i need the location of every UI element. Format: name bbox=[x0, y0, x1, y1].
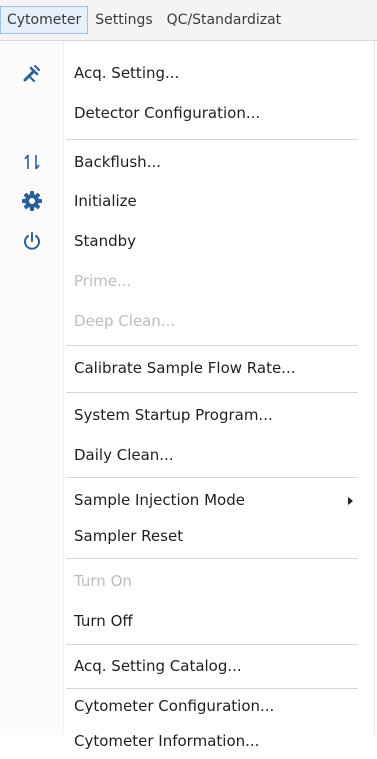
menu-item-label: Calibrate Sample Flow Rate... bbox=[74, 359, 296, 377]
menu-item-acq-setting[interactable]: Acq. Setting... bbox=[0, 55, 375, 91]
menu-item-detector-configuration[interactable]: Detector Configuration... bbox=[0, 95, 375, 131]
power-icon bbox=[20, 229, 44, 253]
menu-item-label: Prime... bbox=[74, 272, 132, 290]
menu-separator bbox=[66, 392, 358, 393]
menu-item-label: Sampler Reset bbox=[74, 527, 184, 545]
menu-item-sample-injection-mode[interactable]: Sample Injection Mode bbox=[0, 482, 375, 518]
menu-item-sampler-reset[interactable]: Sampler Reset bbox=[0, 518, 375, 554]
menu-cytometer[interactable]: Cytometer bbox=[0, 6, 89, 34]
backflush-icon bbox=[20, 150, 44, 174]
menu-item-label: Cytometer Configuration... bbox=[74, 697, 275, 715]
menu-separator bbox=[66, 139, 358, 140]
menu-item-calibrate-sample-flow-rate[interactable]: Calibrate Sample Flow Rate... bbox=[0, 350, 375, 386]
menu-item-turn-on: Turn On bbox=[0, 563, 375, 599]
wrench-icon bbox=[20, 61, 44, 85]
menu-item-label: Sample Injection Mode bbox=[74, 491, 245, 509]
menu-item-deep-clean: Deep Clean... bbox=[0, 303, 375, 339]
menu-item-label: Backflush... bbox=[74, 153, 161, 171]
menu-item-initialize[interactable]: Initialize bbox=[0, 183, 375, 219]
menu-item-standby[interactable]: Standby bbox=[0, 223, 375, 259]
menu-item-label: Turn Off bbox=[74, 612, 133, 630]
menu-separator bbox=[66, 644, 358, 645]
menu-item-label: Turn On bbox=[74, 572, 132, 590]
gear-icon bbox=[20, 189, 44, 213]
menu-item-label: Standby bbox=[74, 232, 137, 250]
menu-item-acq-setting-catalog[interactable]: Acq. Setting Catalog... bbox=[0, 648, 375, 684]
menu-settings[interactable]: Settings bbox=[88, 6, 159, 34]
menu-item-backflush[interactable]: Backflush... bbox=[0, 144, 375, 180]
menu-item-cytometer-configuration[interactable]: Cytometer Configuration... bbox=[0, 688, 375, 724]
menu-item-label: Deep Clean... bbox=[74, 312, 176, 330]
submenu-arrow-icon bbox=[348, 497, 353, 505]
menu-item-prime: Prime... bbox=[0, 263, 375, 299]
menu-item-label: Cytometer Information... bbox=[74, 732, 260, 750]
menu-item-label: Initialize bbox=[74, 192, 137, 210]
cytometer-dropdown-menu: Acq. Setting... Detector Configuration..… bbox=[0, 41, 375, 750]
menu-qc-standardization[interactable]: QC/Standardizat bbox=[160, 6, 289, 34]
menu-item-system-startup-program[interactable]: System Startup Program... bbox=[0, 397, 375, 433]
menu-item-label: Acq. Setting... bbox=[74, 64, 180, 82]
menu-separator bbox=[66, 558, 358, 559]
menu-item-daily-clean[interactable]: Daily Clean... bbox=[0, 437, 375, 473]
menu-item-label: Detector Configuration... bbox=[74, 104, 261, 122]
menu-bar: Cytometer Settings QC/Standardizat bbox=[0, 0, 377, 41]
menu-item-label: System Startup Program... bbox=[74, 406, 273, 424]
menu-separator bbox=[66, 345, 358, 346]
menu-item-label: Daily Clean... bbox=[74, 446, 174, 464]
menu-item-cytometer-information[interactable]: Cytometer Information... bbox=[0, 723, 375, 759]
menu-item-label: Acq. Setting Catalog... bbox=[74, 657, 242, 675]
menu-separator bbox=[66, 477, 358, 478]
menu-item-turn-off[interactable]: Turn Off bbox=[0, 603, 375, 639]
